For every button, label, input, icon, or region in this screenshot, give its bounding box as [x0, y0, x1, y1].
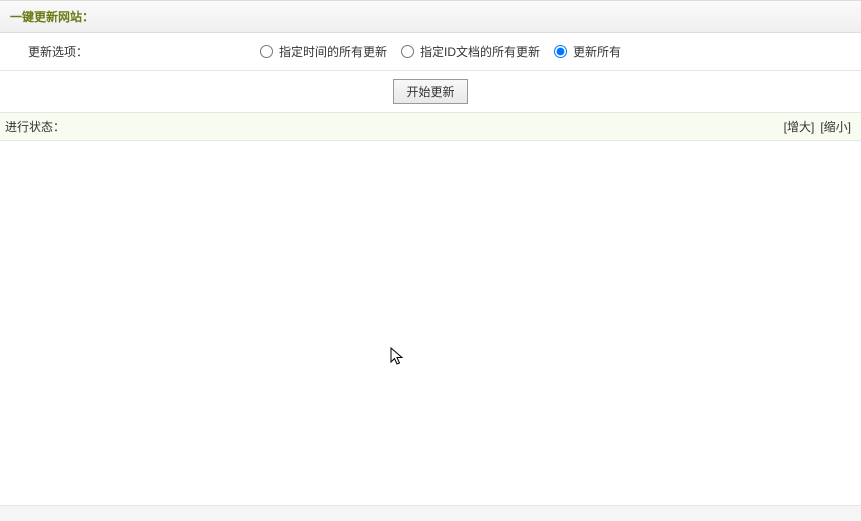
radio-time-input[interactable]	[260, 45, 273, 58]
radio-option-id[interactable]: 指定ID文档的所有更新	[401, 43, 540, 60]
expand-link[interactable]: [增大]	[784, 118, 815, 135]
header-bar: 一键更新网站：	[0, 0, 861, 33]
options-label-cell: 更新选项：	[0, 33, 260, 70]
start-update-button[interactable]: 开始更新	[393, 79, 467, 104]
status-label: 进行状态：	[5, 118, 65, 135]
main-container: 一键更新网站： 更新选项： 指定时间的所有更新 指定ID文档的所有更新 更新所有…	[0, 0, 861, 513]
radio-all-label: 更新所有	[573, 43, 621, 60]
radio-id-label: 指定ID文档的所有更新	[420, 43, 540, 60]
shrink-link[interactable]: [缩小]	[820, 118, 851, 135]
progress-content-area	[0, 141, 861, 506]
radio-option-time[interactable]: 指定时间的所有更新	[260, 43, 387, 60]
options-radio-group: 指定时间的所有更新 指定ID文档的所有更新 更新所有	[260, 35, 861, 68]
footer-area	[0, 506, 861, 521]
options-label: 更新选项：	[28, 43, 88, 60]
status-row: 进行状态： [增大] [缩小]	[0, 113, 861, 141]
radio-time-label: 指定时间的所有更新	[279, 43, 387, 60]
page-title: 一键更新网站：	[10, 10, 94, 24]
status-controls: [增大] [缩小]	[784, 118, 851, 135]
radio-option-all[interactable]: 更新所有	[554, 43, 621, 60]
radio-all-input[interactable]	[554, 45, 567, 58]
radio-id-input[interactable]	[401, 45, 414, 58]
options-row: 更新选项： 指定时间的所有更新 指定ID文档的所有更新 更新所有	[0, 33, 861, 71]
button-row: 开始更新	[0, 71, 861, 113]
